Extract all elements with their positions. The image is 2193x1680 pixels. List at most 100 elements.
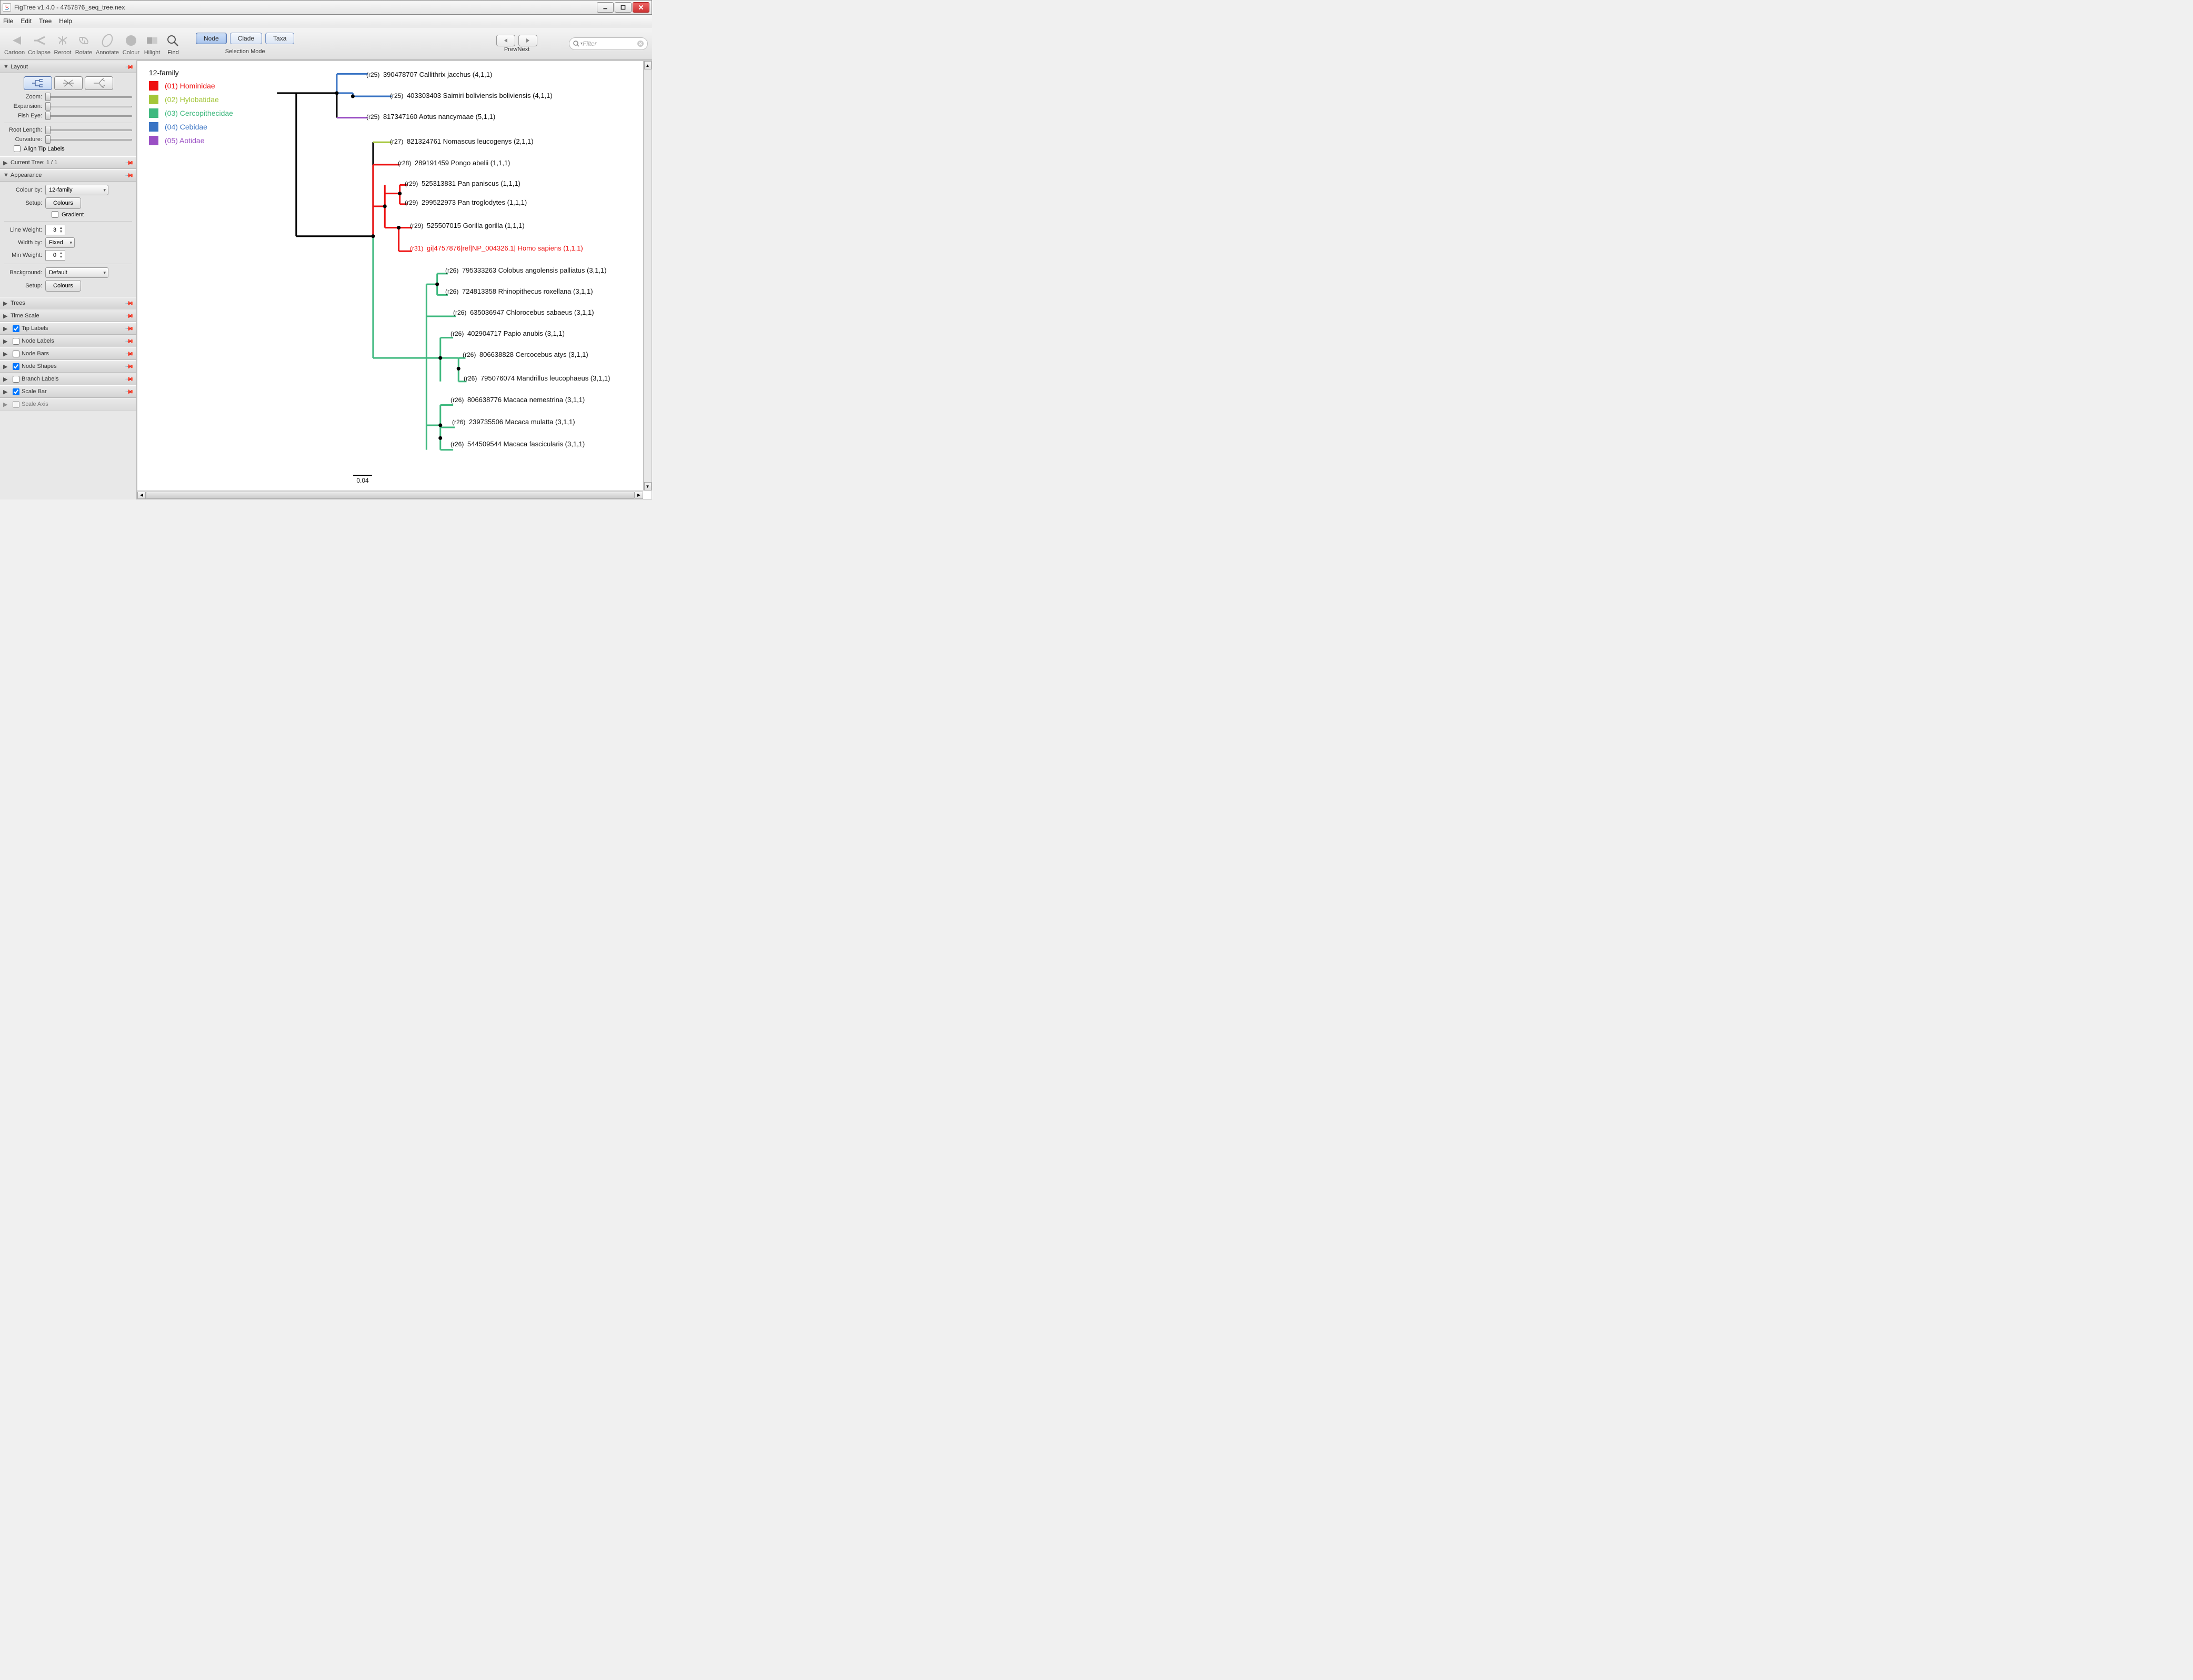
lineweight-spinner[interactable]: ▲▼ bbox=[45, 225, 65, 235]
fisheye-slider[interactable] bbox=[45, 112, 132, 119]
tiplabels-check[interactable] bbox=[13, 325, 19, 332]
collapse-icon bbox=[31, 32, 48, 49]
nodebars-check[interactable] bbox=[13, 351, 19, 357]
rootlength-slider[interactable] bbox=[45, 126, 132, 134]
tip-label[interactable]: (r26) 806638776 Macaca nemestrina (3,1,1… bbox=[450, 396, 585, 404]
panel-currenttree-header[interactable]: ▶ Current Tree: 1 / 1 📌 bbox=[0, 156, 136, 169]
mode-taxa[interactable]: Taxa bbox=[265, 33, 294, 44]
branchlabels-check[interactable] bbox=[13, 376, 19, 383]
mode-node[interactable]: Node bbox=[196, 33, 227, 44]
expansion-slider[interactable] bbox=[45, 103, 132, 110]
tree-canvas[interactable]: 12-family (01) Hominidae(02) Hylobatidae… bbox=[137, 61, 652, 499]
pin-icon[interactable]: 📌 bbox=[125, 171, 135, 181]
menubar: File Edit Tree Help bbox=[0, 15, 652, 27]
panel-scaleaxis-header[interactable]: ▶Scale Axis bbox=[0, 398, 136, 411]
panel-nodeshapes-header[interactable]: ▶Node Shapes📌 bbox=[0, 360, 136, 373]
tool-find[interactable]: Find bbox=[164, 32, 182, 56]
tip-label[interactable]: (r26) 724813358 Rhinopithecus roxellana … bbox=[445, 287, 593, 295]
tool-annotate[interactable]: Annotate bbox=[96, 32, 119, 56]
gradient-check[interactable] bbox=[52, 211, 58, 218]
scale-bar: 0.04 bbox=[353, 475, 372, 484]
panel-nodebars-header[interactable]: ▶Node Bars📌 bbox=[0, 347, 136, 360]
tip-label[interactable]: (r25) 817347160 Aotus nancymaae (5,1,1) bbox=[366, 113, 495, 121]
scaleaxis-check[interactable] bbox=[13, 401, 19, 408]
tip-label[interactable]: (r31) gi|4757876|ref|NP_004326.1| Homo s… bbox=[410, 244, 583, 252]
pin-icon[interactable]: 📌 bbox=[125, 324, 135, 334]
panel-timescale-header[interactable]: ▶Time Scale📌 bbox=[0, 309, 136, 322]
nodeshapes-check[interactable] bbox=[13, 363, 19, 370]
widthby-combo[interactable]: Fixed bbox=[45, 237, 75, 248]
pin-icon[interactable]: 📌 bbox=[125, 158, 135, 168]
tool-reroot[interactable]: Reroot bbox=[54, 32, 72, 56]
mode-clade[interactable]: Clade bbox=[230, 33, 262, 44]
nodelabels-check[interactable] bbox=[13, 338, 19, 345]
panel-layout-header[interactable]: ▼ Layout 📌 bbox=[0, 61, 136, 73]
panel-trees-header[interactable]: ▶Trees📌 bbox=[0, 297, 136, 309]
colourby-combo[interactable]: 12-family bbox=[45, 185, 108, 195]
bg-colours-button[interactable]: Colours bbox=[45, 280, 81, 292]
tree-style-rectangular[interactable] bbox=[24, 76, 52, 90]
tip-label[interactable]: (r29) 299522973 Pan troglodytes (1,1,1) bbox=[405, 198, 527, 206]
tool-rotate[interactable]: Rotate bbox=[75, 32, 93, 56]
tip-label[interactable]: (r26) 402904717 Papio anubis (3,1,1) bbox=[450, 329, 565, 337]
panel-appearance-header[interactable]: ▼ Appearance 📌 bbox=[0, 169, 136, 182]
tip-label[interactable]: (r27) 821324761 Nomascus leucogenys (2,1… bbox=[390, 137, 534, 145]
tip-label[interactable]: (r28) 289191459 Pongo abelii (1,1,1) bbox=[398, 159, 510, 167]
clear-icon[interactable] bbox=[637, 40, 644, 47]
pin-icon[interactable]: 📌 bbox=[125, 362, 135, 372]
panel-nodelabels-header[interactable]: ▶Node Labels📌 bbox=[0, 335, 136, 347]
curvature-slider[interactable] bbox=[45, 136, 132, 143]
colours-button[interactable]: Colours bbox=[45, 197, 81, 209]
align-tip-labels-check[interactable] bbox=[14, 145, 21, 152]
tip-label[interactable]: (r25) 390478707 Callithrix jacchus (4,1,… bbox=[366, 71, 492, 78]
sidebar: ▼ Layout 📌 Zoom: Expansion: Fish Eye: Ro… bbox=[0, 61, 137, 499]
menu-help[interactable]: Help bbox=[59, 17, 72, 25]
horizontal-scrollbar[interactable]: ◀ ▶ bbox=[137, 491, 643, 499]
pin-icon[interactable]: 📌 bbox=[125, 336, 135, 346]
menu-edit[interactable]: Edit bbox=[21, 17, 32, 25]
panel-branchlabels-header[interactable]: ▶Branch Labels📌 bbox=[0, 373, 136, 385]
tree-style-polar[interactable] bbox=[54, 76, 83, 90]
scalebar-check[interactable] bbox=[13, 388, 19, 395]
tool-cartoon[interactable]: Cartoon bbox=[4, 32, 25, 56]
tip-label[interactable]: (r26) 795333263 Colobus angolensis palli… bbox=[445, 266, 607, 274]
colour-icon bbox=[122, 32, 140, 49]
zoom-slider[interactable] bbox=[45, 93, 132, 101]
tip-label[interactable]: (r26) 544509544 Macaca fascicularis (3,1… bbox=[450, 440, 585, 448]
pin-icon[interactable]: 📌 bbox=[125, 374, 135, 384]
pin-icon[interactable]: 📌 bbox=[125, 298, 135, 308]
close-button[interactable] bbox=[633, 2, 649, 13]
vertical-scrollbar[interactable]: ▲ ▼ bbox=[643, 61, 652, 491]
minimize-button[interactable] bbox=[597, 2, 614, 13]
maximize-button[interactable] bbox=[615, 2, 632, 13]
tool-collapse[interactable]: Collapse bbox=[28, 32, 51, 56]
filter-input[interactable]: ▾ Filter bbox=[569, 37, 648, 50]
titlebar: FigTree v1.4.0 - 4757876_seq_tree.nex bbox=[0, 0, 652, 15]
prev-button[interactable] bbox=[496, 35, 515, 46]
pin-icon[interactable]: 📌 bbox=[125, 311, 135, 321]
pin-icon[interactable]: 📌 bbox=[125, 349, 135, 359]
search-icon bbox=[573, 40, 580, 47]
tip-label[interactable]: (r29) 525507015 Gorilla gorilla (1,1,1) bbox=[410, 222, 525, 229]
panel-tiplabels-header[interactable]: ▶Tip Labels📌 bbox=[0, 322, 136, 335]
minweight-spinner[interactable]: ▲▼ bbox=[45, 250, 65, 261]
background-combo[interactable]: Default bbox=[45, 267, 108, 278]
tree-style-radial[interactable] bbox=[85, 76, 113, 90]
tip-label[interactable]: (r26) 239735506 Macaca mulatta (3,1,1) bbox=[452, 418, 575, 426]
pin-icon[interactable]: 📌 bbox=[125, 62, 135, 72]
collapse-arrow-icon: ▼ bbox=[3, 172, 8, 178]
rotate-icon bbox=[75, 32, 93, 49]
tip-label[interactable]: (r26) 635036947 Chlorocebus sabaeus (3,1… bbox=[453, 308, 594, 316]
menu-file[interactable]: File bbox=[3, 17, 13, 25]
tip-label[interactable]: (r29) 525313831 Pan paniscus (1,1,1) bbox=[405, 179, 520, 187]
tool-hilight[interactable]: Hilight bbox=[143, 32, 161, 56]
collapse-arrow-icon: ▼ bbox=[3, 64, 8, 70]
menu-tree[interactable]: Tree bbox=[39, 17, 52, 25]
pin-icon[interactable]: 📌 bbox=[125, 387, 135, 397]
tip-label[interactable]: (r26) 795076074 Mandrillus leucophaeus (… bbox=[464, 374, 610, 382]
tip-label[interactable]: (r25) 403303403 Saimiri boliviensis boli… bbox=[390, 92, 553, 99]
next-button[interactable] bbox=[518, 35, 537, 46]
tip-label[interactable]: (r26) 806638828 Cercocebus atys (3,1,1) bbox=[463, 351, 588, 358]
panel-scalebar-header[interactable]: ▶Scale Bar📌 bbox=[0, 385, 136, 398]
tool-colour[interactable]: Colour bbox=[122, 32, 140, 56]
